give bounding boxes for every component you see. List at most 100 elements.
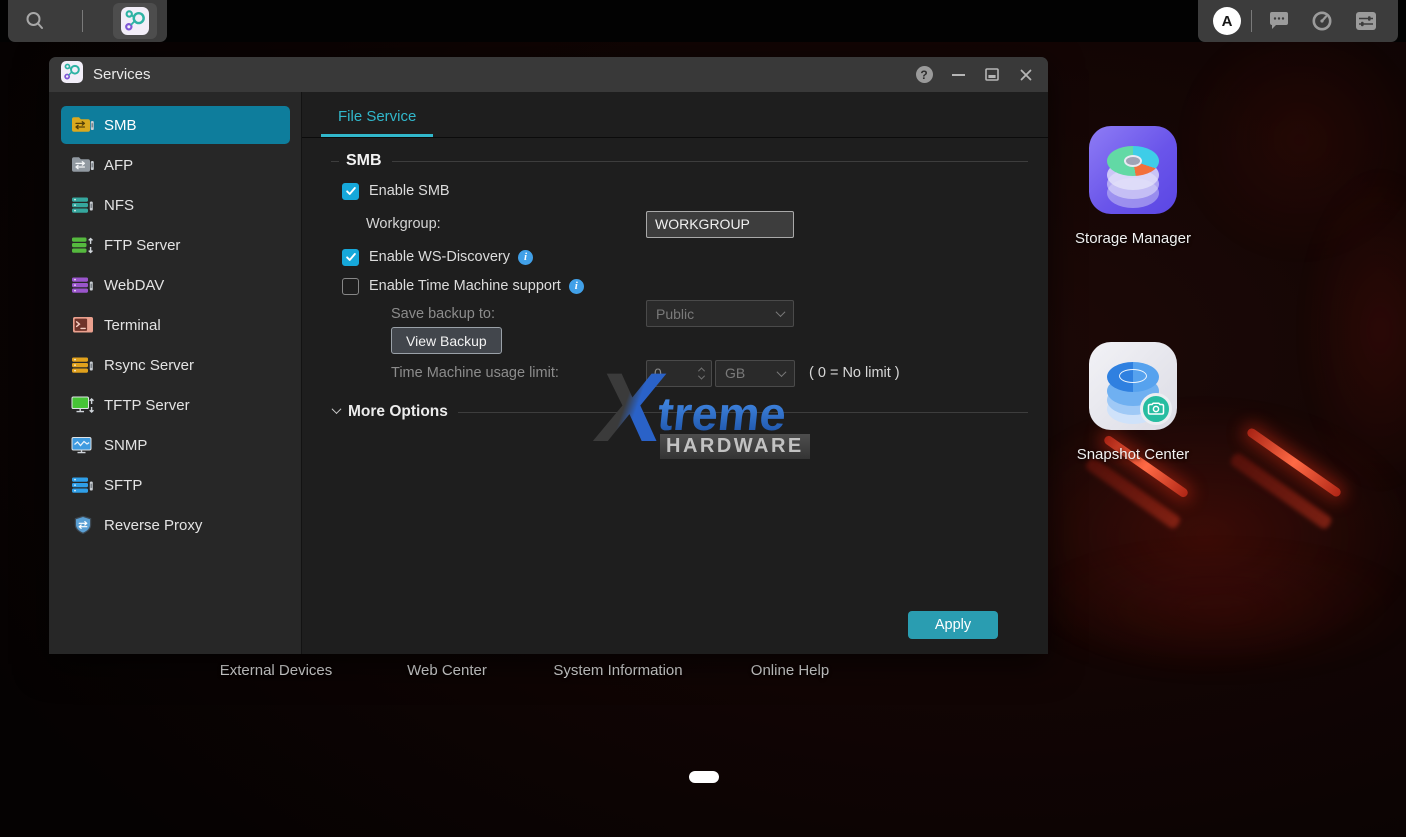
maximize-button[interactable]: [982, 65, 1002, 85]
folder-sync-icon: [70, 116, 95, 135]
user-avatar[interactable]: A: [1213, 7, 1241, 35]
time-machine-row: Enable Time Machine support i: [302, 272, 1048, 300]
sidebar-item-label: NFS: [104, 197, 134, 214]
taskbar-right-segment: A: [1198, 0, 1398, 42]
smb-form: SMB Enable SMB Workgroup:: [302, 146, 1048, 428]
sidebar-item-afp[interactable]: AFP: [61, 146, 290, 184]
usage-limit-unit-select[interactable]: GB: [715, 360, 795, 387]
sidebar-item-rsync-server[interactable]: Rsync Server: [61, 346, 290, 384]
sidebar-item-label: FTP Server: [104, 237, 180, 254]
close-button[interactable]: [1016, 65, 1036, 85]
sidebar-item-label: SNMP: [104, 437, 147, 454]
section-title: SMB: [346, 152, 382, 170]
camera-icon: [1140, 393, 1172, 425]
sidebar-item-label: Terminal: [104, 317, 161, 334]
minimize-button[interactable]: [948, 65, 968, 85]
sidebar-item-nfs[interactable]: NFS: [61, 186, 290, 224]
help-button[interactable]: ?: [914, 65, 934, 85]
shield-sync-icon: [70, 515, 95, 535]
workgroup-input[interactable]: [646, 211, 794, 238]
server-stack-icon: [70, 196, 95, 215]
spinner-down-icon[interactable]: [698, 372, 705, 379]
usage-limit-hint: ( 0 = No limit ): [809, 365, 900, 381]
red-glow: [1020, 540, 1406, 680]
sidebar-item-webdav[interactable]: WebDAV: [61, 266, 290, 304]
desktop-icon-label[interactable]: External Devices: [211, 661, 341, 680]
smb-section-header: SMB: [302, 146, 1048, 176]
time-machine-label: Enable Time Machine support: [369, 278, 561, 294]
enable-smb-row: Enable SMB: [302, 176, 1048, 206]
sidebar-item-label: Reverse Proxy: [104, 517, 202, 534]
ws-discovery-row: Enable WS-Discovery i: [302, 242, 1048, 272]
sidebar-item-tftp-server[interactable]: TFTP Server: [61, 386, 290, 424]
folder-sync-icon: [70, 156, 95, 175]
server-stack-icon: [70, 356, 95, 375]
screen: A Services ?: [0, 0, 1406, 837]
sidebar-item-label: Rsync Server: [104, 357, 194, 374]
search-icon[interactable]: [18, 4, 52, 38]
services-app-icon: [61, 61, 83, 88]
sidebar-item-label: SMB: [104, 117, 137, 134]
save-backup-label: Save backup to:: [391, 306, 495, 322]
desktop-icon-label[interactable]: Online Help: [725, 661, 855, 680]
sidebar-item-label: TFTP Server: [104, 397, 190, 414]
sidebar-item-sftp[interactable]: SFTP: [61, 466, 290, 504]
more-options-label: More Options: [348, 403, 448, 421]
ws-discovery-label: Enable WS-Discovery: [369, 249, 510, 265]
taskbar-separator: [82, 10, 83, 32]
server-stack-icon: [70, 276, 95, 295]
workgroup-label: Workgroup:: [366, 216, 441, 232]
monitor-arrows-icon: [70, 396, 95, 415]
taskbar-separator: [1251, 10, 1252, 32]
window-title: Services: [93, 66, 904, 83]
enable-smb-label: Enable SMB: [369, 183, 450, 199]
system-monitor-icon[interactable]: [1305, 4, 1339, 38]
time-machine-checkbox[interactable]: [342, 278, 359, 295]
info-icon[interactable]: i: [569, 279, 584, 294]
view-backup-button[interactable]: View Backup: [391, 327, 502, 354]
usage-limit-row: Time Machine usage limit: 0 GB ( 0 = No …: [302, 354, 1048, 392]
server-arrows-icon: [70, 236, 95, 255]
save-backup-select[interactable]: Public: [646, 300, 794, 327]
workgroup-row: Workgroup:: [302, 206, 1048, 242]
view-backup-row: View Backup: [302, 327, 1048, 354]
taskbar-handle[interactable]: [689, 771, 719, 783]
tab-file-service[interactable]: File Service: [321, 108, 433, 137]
usage-limit-label: Time Machine usage limit:: [391, 365, 559, 381]
sidebar-item-label: SFTP: [104, 477, 142, 494]
snapshot-center-label[interactable]: Snapshot Center: [1053, 446, 1213, 463]
tab-bar: File Service: [302, 92, 1048, 138]
sidebar-item-ftp-server[interactable]: FTP Server: [61, 226, 290, 264]
sidebar-item-reverse-proxy[interactable]: Reverse Proxy: [61, 506, 290, 544]
sidebar-item-terminal[interactable]: Terminal: [61, 306, 290, 344]
sidebar-item-label: WebDAV: [104, 277, 164, 294]
save-backup-row: Save backup to: Public: [302, 300, 1048, 327]
more-options-toggle[interactable]: More Options: [302, 396, 1048, 428]
services-window: Services ? SMB AFP NFS FTP Server WebDAV Term…: [49, 57, 1048, 654]
terminal-icon: [70, 316, 95, 334]
storage-manager-label[interactable]: Storage Manager: [1053, 230, 1213, 247]
services-taskbar-icon[interactable]: [113, 3, 157, 39]
taskbar-left-segment: [8, 0, 167, 42]
sidebar-item-snmp[interactable]: SNMP: [61, 426, 290, 464]
info-icon[interactable]: i: [518, 250, 533, 265]
sidebar-item-smb[interactable]: SMB: [61, 106, 290, 144]
usage-limit-spinner[interactable]: 0: [646, 360, 712, 387]
notifications-icon[interactable]: [1262, 4, 1296, 38]
desktop-icon-label[interactable]: System Information: [553, 661, 683, 680]
smb-settings-panel: File Service SMB Enable SMB: [301, 92, 1048, 654]
chevron-down-icon: [332, 404, 342, 414]
server-stack-icon: [70, 476, 95, 495]
snapshot-center-icon[interactable]: [1089, 342, 1177, 430]
monitor-wave-icon: [70, 436, 95, 455]
ws-discovery-checkbox[interactable]: [342, 249, 359, 266]
services-sidebar: SMB AFP NFS FTP Server WebDAV Terminal Rsync S…: [49, 92, 301, 654]
taskbar: A: [0, 0, 1406, 42]
sidebar-item-label: AFP: [104, 157, 133, 174]
window-titlebar[interactable]: Services ?: [49, 57, 1048, 92]
enable-smb-checkbox[interactable]: [342, 183, 359, 200]
storage-manager-icon[interactable]: [1089, 126, 1177, 214]
apply-button[interactable]: Apply: [908, 611, 998, 639]
preferences-icon[interactable]: [1349, 4, 1383, 38]
desktop-icon-label[interactable]: Web Center: [382, 661, 512, 680]
